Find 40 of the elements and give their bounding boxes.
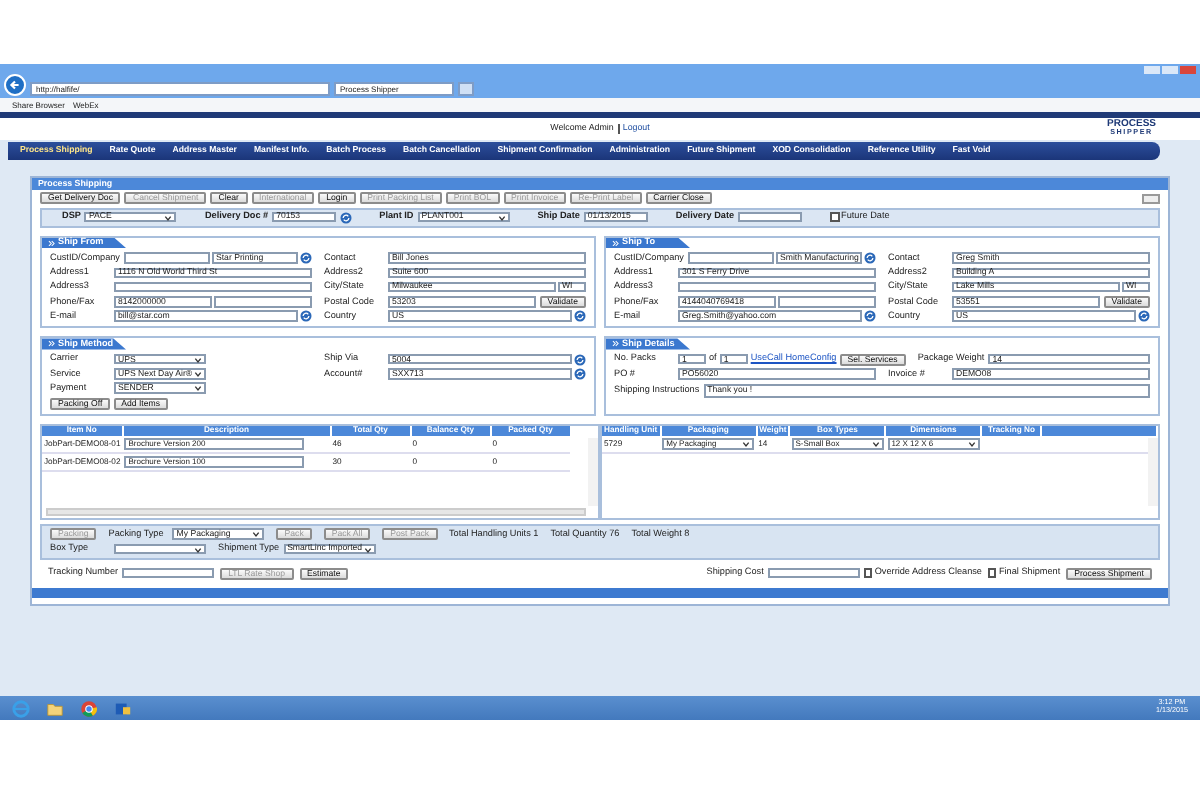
caret-icon [871,439,880,448]
chevron-icon [612,340,619,348]
text-field[interactable] [687,252,773,264]
checkbox[interactable] [987,568,997,578]
text-field[interactable] [678,281,876,293]
refresh-icon[interactable] [574,353,586,366]
dropdown[interactable] [114,543,206,555]
caret-icon [497,213,506,221]
scrollbar[interactable] [1148,437,1158,506]
refresh-icon[interactable] [300,310,312,323]
scrollbar[interactable] [46,507,586,516]
refresh-icon[interactable] [574,367,586,380]
refresh-icon[interactable] [300,252,313,264]
caret-icon [742,439,751,448]
refresh-icon[interactable] [1138,310,1150,323]
refresh-icon[interactable] [864,252,877,264]
text-field[interactable] [114,281,312,293]
caret-icon [252,530,261,539]
collapse-button[interactable] [1142,193,1160,203]
text-field[interactable] [738,211,803,223]
text-field[interactable] [767,567,860,579]
text-field[interactable] [778,296,876,308]
text-field[interactable] [214,296,312,308]
caret-icon [364,545,373,554]
caret-icon [967,439,976,448]
text-field[interactable] [123,252,209,264]
browser-icon[interactable] [12,699,30,717]
chevron-icon [48,239,55,246]
back-icon[interactable] [4,74,26,96]
refresh-icon[interactable] [864,310,876,323]
chevron-icon [48,340,55,348]
refresh-icon[interactable] [339,211,352,223]
caret-icon [194,545,202,554]
text-field[interactable] [122,567,215,579]
checkbox[interactable] [830,212,840,222]
checkbox[interactable] [863,568,873,578]
refresh-icon[interactable] [574,310,586,323]
caret-icon [164,213,173,221]
chevron-icon [612,239,619,246]
new-tab-button[interactable] [458,82,474,96]
